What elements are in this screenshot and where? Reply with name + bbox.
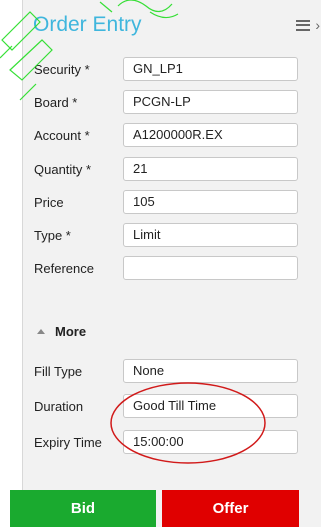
duration-row: Duration Good Till Time	[23, 391, 321, 421]
type-label: Type *	[34, 227, 71, 243]
security-field[interactable]: GN_LP1	[123, 57, 298, 81]
expiry-time-field[interactable]: 15:00:00	[123, 430, 298, 454]
account-field[interactable]: A1200000R.EX	[123, 123, 298, 147]
header-icons: ›	[296, 18, 320, 32]
quantity-row: Quantity * 21	[23, 154, 321, 184]
account-label: Account *	[34, 127, 90, 143]
reference-label: Reference	[34, 260, 94, 276]
duration-select[interactable]: Good Till Time	[123, 394, 298, 418]
quantity-field[interactable]: 21	[123, 157, 298, 181]
account-row: Account * A1200000R.EX	[23, 120, 321, 150]
type-select[interactable]: Limit	[123, 223, 298, 247]
more-label: More	[55, 324, 87, 339]
expiry-time-row: Expiry Time 15:00:00	[23, 427, 321, 457]
order-entry-panel: Order Entry › Security * GN_LP1 Board * …	[22, 0, 321, 527]
reference-field[interactable]	[123, 256, 298, 280]
fill-type-label: Fill Type	[34, 363, 83, 379]
panel-title: Order Entry	[33, 13, 142, 36]
panel-header: Order Entry ›	[23, 0, 321, 50]
price-field[interactable]: 105	[123, 190, 298, 214]
type-row: Type * Limit	[23, 220, 321, 250]
security-row: Security * GN_LP1	[23, 54, 321, 84]
offer-button[interactable]: Offer	[162, 490, 299, 527]
expiry-time-label: Expiry Time	[34, 434, 102, 450]
reference-row: Reference	[23, 253, 321, 283]
security-label: Security *	[34, 61, 90, 77]
triangle-up-icon	[37, 329, 45, 334]
board-field[interactable]: PCGN-LP	[123, 90, 298, 114]
fill-type-select[interactable]: None	[123, 359, 298, 383]
hamburger-menu-icon[interactable]	[296, 19, 311, 31]
quantity-label: Quantity *	[34, 161, 92, 177]
board-row: Board * PCGN-LP	[23, 87, 321, 117]
bid-button[interactable]: Bid	[10, 490, 156, 527]
board-label: Board *	[34, 94, 78, 110]
more-toggle[interactable]: More	[37, 324, 86, 339]
fill-type-row: Fill Type None	[23, 356, 321, 386]
chevron-right-icon[interactable]: ›	[315, 18, 320, 32]
price-label: Price	[34, 194, 64, 210]
price-row: Price 105	[23, 187, 321, 217]
duration-label: Duration	[34, 398, 84, 414]
